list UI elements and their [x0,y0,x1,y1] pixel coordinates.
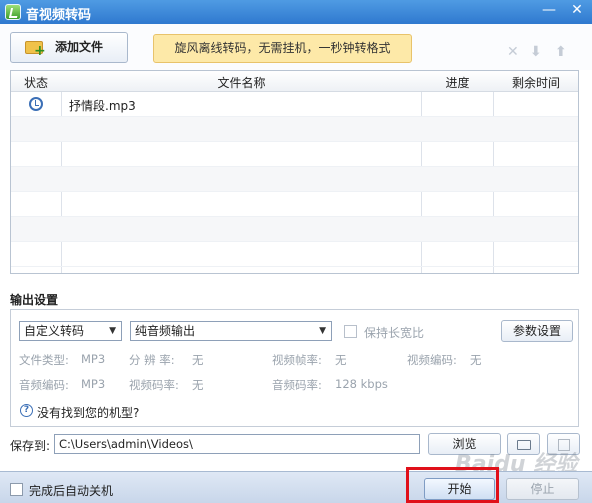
promo-banner[interactable]: 旋风离线转码，无需挂机，一秒钟转格式 [153,34,412,63]
empty-row [11,117,578,142]
header-name[interactable]: 文件名称 [62,74,421,91]
video-codec-value: 无 [470,353,482,367]
empty-row [11,217,578,242]
video-codec-label: 视频编码: [407,353,457,367]
auto-shutdown-checkbox[interactable] [10,483,23,496]
title-bar: 音视频转码 — ✕ [0,0,592,24]
move-up-icon[interactable]: ⬆ [555,44,567,60]
empty-row [11,192,578,217]
add-folder-icon [25,37,46,66]
close-button[interactable]: ✕ [563,0,591,22]
param-settings-button[interactable]: 参数设置 [501,320,573,342]
add-file-button[interactable]: 添加文件 [10,32,128,66]
mode-select-value: 纯音频输出 [135,324,196,338]
resolution-value: 无 [192,353,204,367]
window-title: 音视频转码 [26,8,92,23]
header-status[interactable]: 状态 [11,74,61,91]
video-fps-label: 视频帧率: [272,353,322,367]
file-type-value: MP3 [81,352,106,366]
mode-select[interactable]: 纯音频输出 ▼ [130,321,332,341]
audio-bitrate-value: 128 kbps [335,377,388,391]
move-down-icon[interactable]: ⬇ [530,44,542,60]
table-header: 状态 文件名称 进度 剩余时间 [11,71,578,92]
audio-bitrate-label: 音频码率: [272,378,322,392]
audio-codec-label: 音频编码: [19,378,69,392]
keep-ratio-checkbox[interactable] [344,325,357,338]
audio-codec-value: MP3 [81,377,106,391]
empty-row [11,142,578,167]
video-fps-value: 无 [335,353,347,367]
help-icon[interactable]: ? [20,404,33,417]
profile-select-value: 自定义转码 [24,324,85,338]
status-bar: 完成后自动关机 [0,471,592,503]
app-logo-icon [5,4,21,20]
delete-icon[interactable]: ✕ [507,44,519,60]
clock-icon [29,97,43,111]
video-bitrate-label: 视频码率: [129,378,179,392]
resolution-label: 分 辨 率: [129,353,175,367]
header-progress[interactable]: 进度 [422,74,493,91]
stop-button[interactable]: 停止 [506,478,579,500]
file-list-table: 状态 文件名称 进度 剩余时间 抒情段.mp3 [10,70,579,274]
video-bitrate-value: 无 [192,378,204,392]
empty-row [11,167,578,192]
output-settings-title: 输出设置 [10,293,59,307]
table-row[interactable]: 抒情段.mp3 [11,92,578,117]
empty-row [11,242,578,267]
file-name: 抒情段.mp3 [69,99,136,113]
auto-shutdown-label: 完成后自动关机 [29,484,114,498]
file-type-label: 文件类型: [19,353,69,367]
output-settings-panel: 自定义转码 ▼ 纯音频输出 ▼ 保持长宽比 参数设置 文件类型: MP3 分 辨… [10,309,579,427]
chevron-down-icon: ▼ [109,326,116,336]
profile-select[interactable]: 自定义转码 ▼ [19,321,122,341]
keep-ratio-label: 保持长宽比 [364,326,425,340]
minimize-button[interactable]: — [535,0,563,22]
toolbar: 添加文件 旋风离线转码，无需挂机，一秒钟转格式 ✕ ⬇ ⬆ [0,24,592,70]
chevron-down-icon: ▼ [319,326,326,336]
save-path-input[interactable]: C:\Users\admin\Videos\ [54,434,420,454]
start-button[interactable]: 开始 [424,478,495,500]
device-help-link[interactable]: 没有找到您的机型? [37,404,139,421]
header-remaining[interactable]: 剩余时间 [494,74,578,91]
save-to-label: 保存到: [10,439,51,453]
table-body: 抒情段.mp3 [11,92,578,273]
add-file-label: 添加文件 [54,40,103,54]
